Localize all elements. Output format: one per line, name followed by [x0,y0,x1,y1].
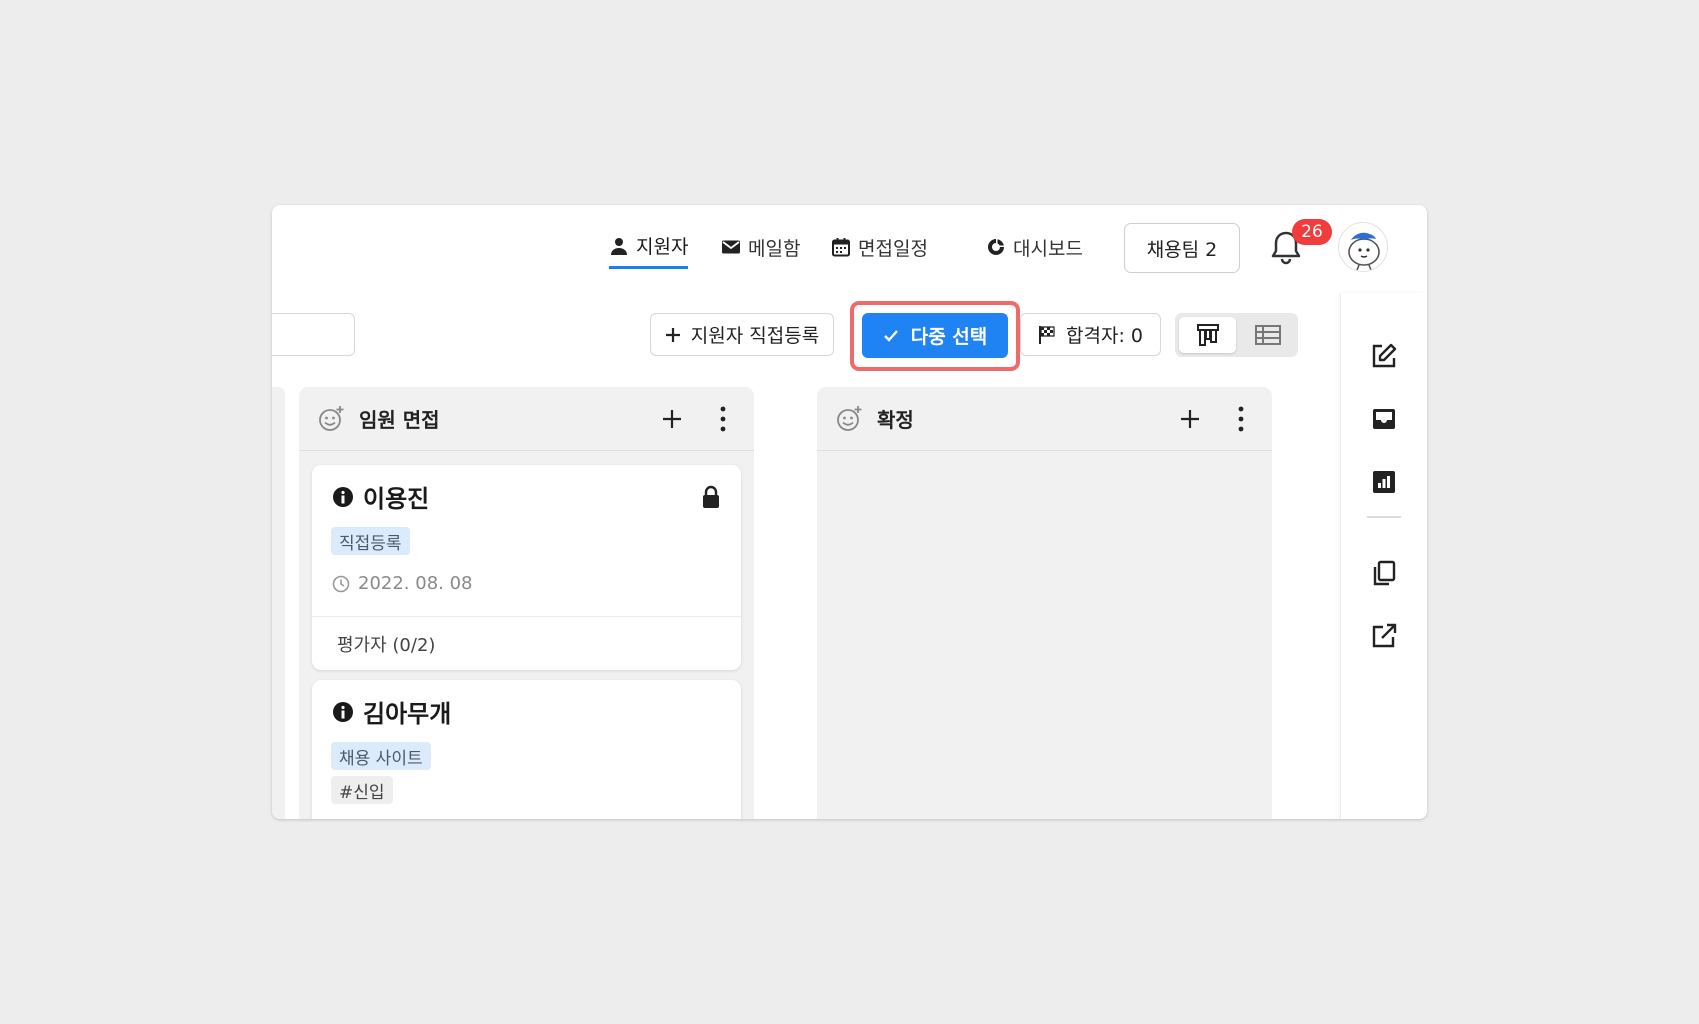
list-view-icon [1254,325,1281,345]
passed-filter-button[interactable]: 합격자: 0 [1020,313,1161,356]
sidebar-divider [1367,516,1401,518]
column-header: 확정 [817,387,1272,451]
add-applicant-button[interactable]: 지원자 직접등록 [650,313,834,356]
source-tag: 채용 사이트 [331,742,431,770]
calendar-icon [832,238,850,257]
multi-select-button[interactable]: 다중 선택 [862,313,1008,358]
add-applicant-label: 지원자 직접등록 [690,325,820,347]
column-title: 확정 [877,408,914,432]
applicant-name-text: 이용진 [363,485,430,513]
applicant-name-text: 김아무개 [363,700,452,728]
inbox-icon[interactable] [1370,405,1398,433]
plus-icon [665,327,680,342]
board-column-partial [272,387,285,819]
top-nav: 지원자 메일함 면접일정 대시보드 채용팀 2 26 [272,205,1427,283]
app-window: 지원자 메일함 면접일정 대시보드 채용팀 2 26 지원자 직접등록 다중 선… [272,205,1427,819]
mail-icon [722,240,740,254]
board-column-confirmed: 확정 [817,387,1272,819]
add-card-icon[interactable] [1178,407,1202,431]
add-emoji-icon[interactable] [317,405,345,433]
nav-item-mailbox[interactable]: 메일함 [721,225,800,269]
evaluator-status: 평가자 (0/2) [312,616,741,670]
applicant-name: 김아무개 [332,694,451,729]
passed-count-label: 합격자: 0 [1066,325,1143,347]
applied-date-text: 2022. 08. 08 [358,573,473,594]
more-vertical-icon[interactable] [718,405,728,433]
source-tag: 직접등록 [331,527,410,555]
report-icon[interactable] [1370,468,1398,496]
notification-badge: 26 [1292,219,1332,245]
nav-item-dashboard[interactable]: 대시보드 [986,225,1083,269]
check-icon [883,329,898,342]
keyword-tag: #신입 [331,776,393,804]
info-icon [333,486,353,507]
flag-icon [1039,325,1055,344]
add-emoji-icon[interactable] [835,405,863,433]
right-sidebar [1340,293,1427,819]
search-input[interactable] [272,313,355,356]
list-view-button[interactable] [1241,317,1294,353]
person-icon [611,237,627,255]
applicant-card[interactable]: 김아무개 채용 사이트 #신입 [312,680,741,819]
nav-item-label: 면접일정 [858,237,928,260]
team-select-button[interactable]: 채용팀 2 [1124,223,1240,273]
external-link-icon[interactable] [1370,622,1398,650]
board-view-icon [1196,324,1219,346]
dashboard-icon [988,239,1004,255]
board-column-executive-interview: 임원 면접 이용진 직접등록 2022. 08. 08 평가자 (0/2) 김아… [299,387,754,819]
board-view-button[interactable] [1179,317,1236,353]
lock-icon [703,485,719,508]
add-card-icon[interactable] [660,407,684,431]
applied-date: 2022. 08. 08 [332,573,473,594]
nav-item-label: 메일함 [748,237,801,260]
multi-select-label: 다중 선택 [910,326,988,348]
more-vertical-icon[interactable] [1236,405,1246,433]
nav-item-label: 지원자 [636,236,689,258]
nav-item-label: 대시보드 [1013,237,1083,260]
clock-icon [332,575,350,592]
column-title: 임원 면접 [359,408,440,432]
avatar-image-icon [1348,232,1380,271]
view-toggle [1175,313,1298,357]
column-header: 임원 면접 [299,387,754,451]
applicant-name: 이용진 [332,479,429,514]
nav-item-interviews[interactable]: 면접일정 [831,225,928,269]
nav-item-applicants[interactable]: 지원자 [609,225,689,269]
applicant-card[interactable]: 이용진 직접등록 2022. 08. 08 평가자 (0/2) [312,465,741,670]
avatar[interactable] [1338,222,1388,272]
copy-icon[interactable] [1370,559,1398,587]
edit-icon[interactable] [1370,342,1398,370]
info-icon [333,701,353,722]
